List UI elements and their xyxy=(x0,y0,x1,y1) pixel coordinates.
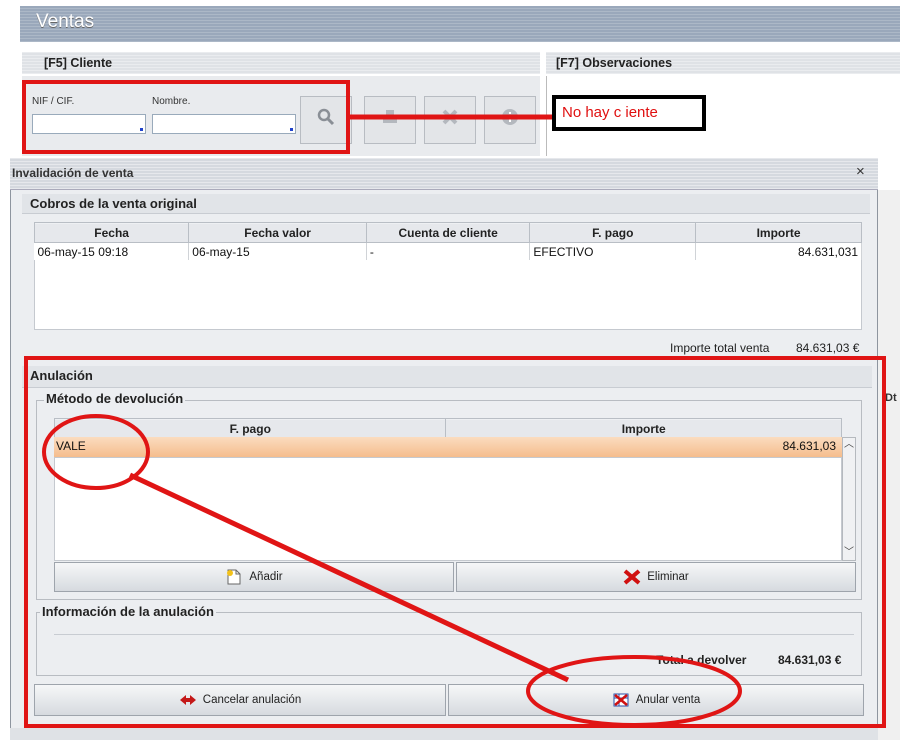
background-right-strip xyxy=(878,190,900,740)
no-client-note: No hay c iente xyxy=(552,95,706,131)
void-icon xyxy=(612,692,630,708)
cobros-heading: Cobros de la venta original xyxy=(22,194,870,214)
cancel-icon xyxy=(179,692,197,708)
column-header-cuenta[interactable]: Cuenta de cliente xyxy=(365,222,531,243)
cliente-section-label: [F5] Cliente xyxy=(44,56,113,70)
window-header xyxy=(20,6,900,42)
clear-button[interactable] xyxy=(424,96,476,144)
cobros-table: Fecha Fecha valor Cuenta de cliente F. p… xyxy=(33,222,862,260)
metodo-legend: Método de devolución xyxy=(44,391,186,406)
total-venta-value: 84.631,03 € xyxy=(796,341,860,355)
background-bottom-strip xyxy=(10,728,878,740)
total-venta-label: Importe total venta xyxy=(670,341,770,355)
devolucion-table-header: F. pago Importe xyxy=(53,418,842,439)
nif-input[interactable] xyxy=(32,114,146,134)
info-icon xyxy=(500,107,520,133)
nif-label: NIF / CIF. xyxy=(32,96,75,107)
nombre-input[interactable] xyxy=(152,114,296,134)
nombre-label: Nombre. xyxy=(152,96,191,107)
add-icon xyxy=(225,569,243,585)
table-row-selected[interactable]: VALE 84.631,03 xyxy=(54,437,842,457)
cell-fecha: 06-may-15 09:18 xyxy=(34,242,190,260)
column-header-importe[interactable]: Importe xyxy=(445,418,842,439)
window-title: Ventas xyxy=(36,11,95,32)
background-column-fragment: Dt xyxy=(885,392,897,404)
info-button[interactable] xyxy=(484,96,536,144)
void-sale-label: Anular venta xyxy=(635,694,701,706)
scroll-down-icon[interactable]: ﹀ xyxy=(843,546,855,560)
cancel-void-label: Cancelar anulación xyxy=(202,694,302,706)
column-header-fecha[interactable]: Fecha xyxy=(33,222,190,243)
cobros-empty-area xyxy=(34,260,862,330)
add-label: Añadir xyxy=(249,571,283,583)
cliente-section-header: [F5] Cliente xyxy=(22,52,540,74)
dialog-title: Invalidación de venta xyxy=(12,166,134,180)
scroll-up-icon[interactable]: ︿ xyxy=(843,438,855,452)
cell-cuenta: - xyxy=(366,242,531,260)
anulacion-heading: Anulación xyxy=(22,366,872,388)
clear-icon xyxy=(440,107,460,133)
delete-button[interactable]: Eliminar xyxy=(456,562,856,592)
delete-icon xyxy=(623,569,641,585)
table-row[interactable]: 06-may-15 09:18 06-may-15 - EFECTIVO 84.… xyxy=(34,242,862,260)
void-sale-button[interactable]: Anular venta xyxy=(448,684,864,716)
column-header-importe[interactable]: Importe xyxy=(695,222,862,243)
dialog-titlebar xyxy=(10,158,878,190)
stamp-button[interactable] xyxy=(364,96,416,144)
column-header-f-pago[interactable]: F. pago xyxy=(53,418,447,439)
column-header-f-pago[interactable]: F. pago xyxy=(529,222,697,243)
total-devolver-label: Total a devolver xyxy=(656,653,747,667)
cell-importe: 84.631,03 xyxy=(782,439,836,453)
info-legend: Información de la anulación xyxy=(40,604,216,619)
cell-f-pago: EFECTIVO xyxy=(529,242,697,260)
info-divider xyxy=(54,634,854,635)
devolucion-list-area xyxy=(54,457,842,561)
cell-importe: 84.631,031 xyxy=(695,242,862,260)
total-devolver-value: 84.631,03 € xyxy=(778,653,842,667)
close-icon[interactable]: × xyxy=(856,163,865,180)
stamp-icon xyxy=(380,107,400,133)
cell-f-pago: VALE xyxy=(56,439,86,453)
delete-label: Eliminar xyxy=(647,571,689,583)
observaciones-section-label: [F7] Observaciones xyxy=(556,56,673,70)
cell-fecha-valor: 06-may-15 xyxy=(188,242,367,260)
observaciones-section-header: [F7] Observaciones xyxy=(546,52,900,74)
cancel-void-button[interactable]: Cancelar anulación xyxy=(34,684,446,716)
column-header-fecha-valor[interactable]: Fecha valor xyxy=(188,222,367,243)
search-icon xyxy=(316,107,336,133)
search-button[interactable] xyxy=(300,96,352,144)
add-button[interactable]: Añadir xyxy=(54,562,454,592)
scrollbar[interactable]: ︿ ﹀ xyxy=(842,437,856,561)
